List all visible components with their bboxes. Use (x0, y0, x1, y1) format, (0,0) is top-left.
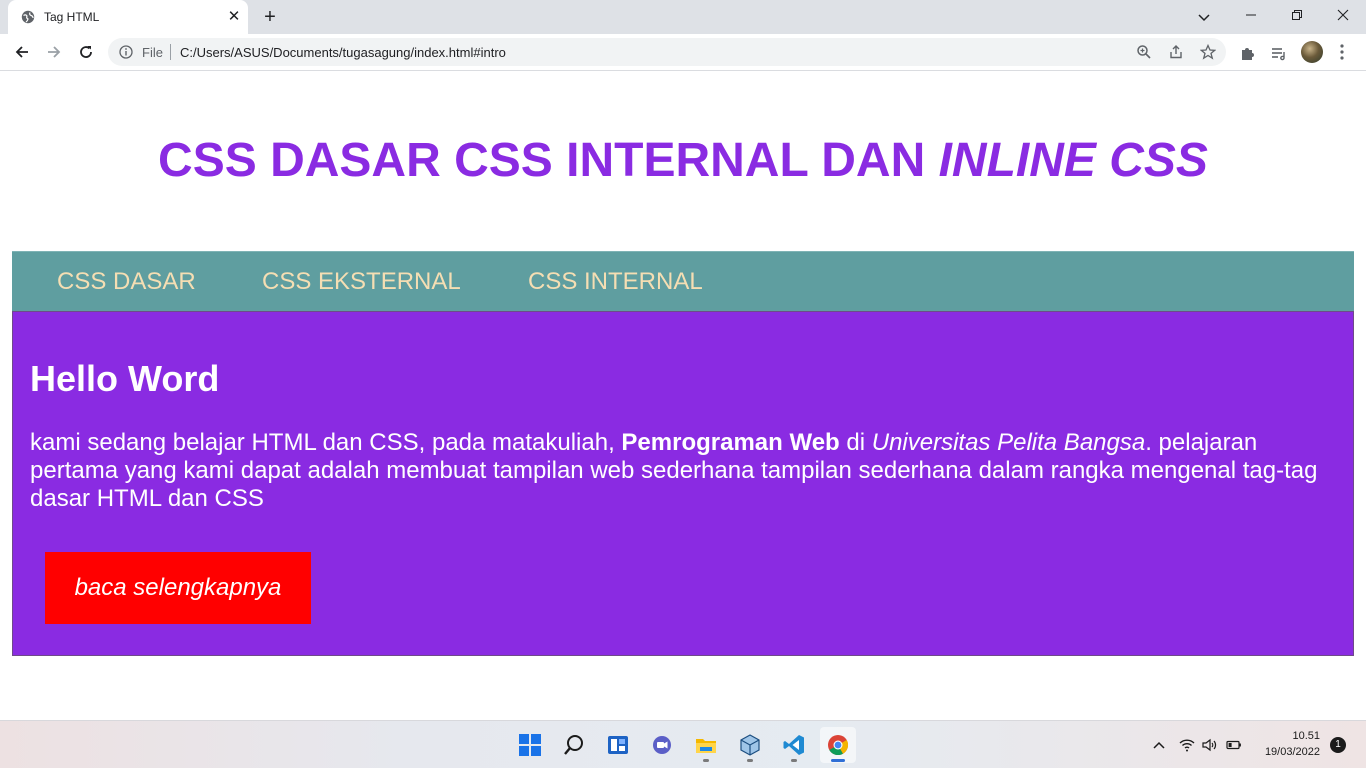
section-heading: Hello Word (30, 358, 220, 399)
intro-paragraph: kami sedang belajar HTML dan CSS, pada m… (30, 429, 1330, 513)
tab-strip: Tag HTML ✕ + (0, 0, 1366, 34)
chevron-down-icon (1198, 14, 1210, 22)
running-indicator (791, 759, 797, 762)
reload-icon (80, 46, 92, 58)
battery-icon[interactable] (1226, 737, 1242, 753)
start-icon (519, 734, 541, 756)
close-window-button[interactable] (1320, 0, 1366, 30)
chrome-button[interactable] (820, 727, 856, 763)
start-button[interactable] (512, 727, 548, 763)
virtualbox-icon (740, 734, 760, 756)
zoom-icon[interactable] (1136, 44, 1152, 60)
minimize-icon (1246, 14, 1256, 16)
virtualbox-button[interactable] (732, 727, 768, 763)
browser-toolbar: File C:/Users/ASUS/Documents/tugasagung/… (0, 34, 1366, 70)
search-icon (564, 735, 583, 755)
wifi-icon[interactable] (1179, 737, 1195, 753)
notification-badge[interactable]: 1 (1330, 737, 1346, 753)
chat-button[interactable] (644, 727, 680, 763)
vscode-button[interactable] (776, 727, 812, 763)
close-icon (1337, 9, 1349, 21)
volume-icon[interactable] (1201, 737, 1217, 753)
extensions-icon[interactable] (1239, 44, 1257, 62)
share-icon[interactable] (1168, 44, 1184, 60)
minimize-button[interactable] (1228, 0, 1274, 30)
nav-link-css-eksternal[interactable]: CSS EKSTERNAL (262, 268, 461, 296)
profile-avatar[interactable] (1301, 41, 1323, 63)
file-explorer-button[interactable] (688, 727, 724, 763)
tab-search-button[interactable] (1195, 8, 1213, 26)
widgets-icon (608, 736, 628, 754)
globe-icon (21, 10, 35, 24)
back-button[interactable] (10, 40, 34, 64)
taskbar-search-button[interactable] (556, 727, 592, 763)
reading-list-icon[interactable] (1270, 44, 1288, 62)
restore-icon (1292, 10, 1302, 20)
chrome-icon (828, 735, 849, 756)
reload-button[interactable] (74, 40, 98, 64)
address-bar[interactable]: File C:/Users/ASUS/Documents/tugasagung/… (108, 38, 1226, 66)
tab-title: Tag HTML (44, 10, 100, 24)
forward-button[interactable] (42, 40, 66, 64)
forward-icon (48, 46, 61, 58)
info-icon[interactable] (119, 45, 133, 59)
running-indicator (831, 759, 845, 762)
nav-link-css-dasar[interactable]: CSS DASAR (57, 268, 196, 296)
divider (170, 44, 171, 60)
restore-button[interactable] (1274, 0, 1320, 30)
paragraph-text: kami sedang belajar HTML dan CSS, pada m… (30, 429, 622, 456)
back-icon (15, 46, 28, 58)
vscode-icon (783, 735, 804, 755)
browser-tab[interactable]: Tag HTML ✕ (8, 0, 248, 34)
tab-close-button[interactable]: ✕ (226, 9, 242, 25)
clock-date[interactable]: 19/03/2022 (1252, 746, 1320, 758)
file-explorer-icon (696, 739, 716, 753)
university-name: Universitas Pelita Bangsa (871, 429, 1146, 456)
url-text[interactable]: C:/Users/ASUS/Documents/tugasagung/index… (180, 45, 506, 60)
page-title-italic: INLINE CSS (938, 134, 1208, 187)
taskbar: 10.51 19/03/2022 1 (0, 720, 1366, 768)
running-indicator (703, 759, 709, 762)
new-tab-button[interactable]: + (259, 6, 281, 28)
paragraph-text: di (839, 429, 872, 456)
intro-section: Hello Word kami sedang belajar HTML dan … (12, 311, 1354, 656)
page-title-text: CSS DASAR CSS INTERNAL DAN (158, 134, 939, 187)
menu-icon[interactable] (1338, 43, 1346, 61)
read-more-button[interactable]: baca selengkapnya (45, 552, 311, 624)
main-nav: CSS DASAR CSS EKSTERNAL CSS INTERNAL (12, 251, 1354, 311)
chevron-up-icon[interactable] (1151, 737, 1167, 753)
nav-link-css-internal[interactable]: CSS INTERNAL (528, 268, 703, 296)
running-indicator (747, 759, 753, 762)
course-name: Pemrograman Web (621, 429, 840, 456)
scheme-label: File (142, 45, 163, 60)
clock-time[interactable]: 10.51 (1280, 730, 1320, 742)
widgets-button[interactable] (600, 727, 636, 763)
page-viewport: CSS DASAR CSS INTERNAL DAN INLINE CSS CS… (0, 71, 1366, 720)
star-icon[interactable] (1199, 43, 1217, 60)
chat-icon (653, 736, 671, 754)
page-title: CSS DASAR CSS INTERNAL DAN INLINE CSS (0, 133, 1366, 188)
